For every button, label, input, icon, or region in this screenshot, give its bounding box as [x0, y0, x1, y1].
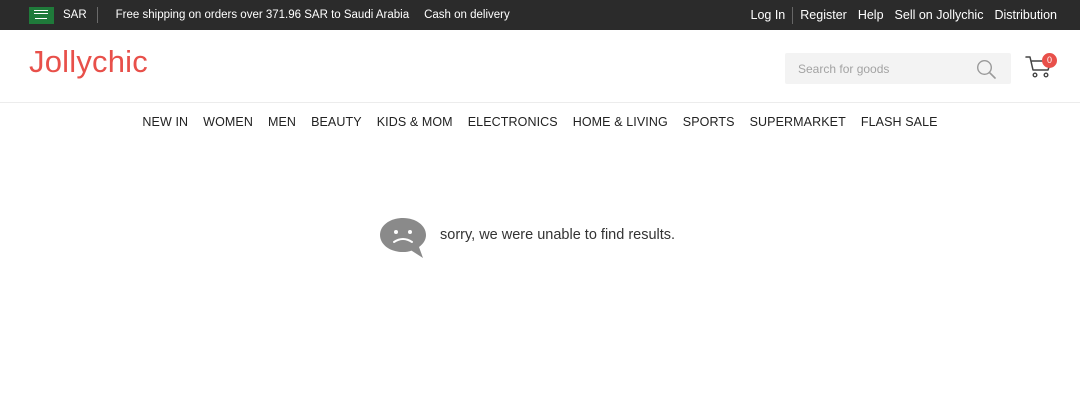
- login-link[interactable]: Log In: [751, 8, 786, 22]
- search-input[interactable]: [785, 53, 965, 84]
- empty-results: sorry, we were unable to find results.: [378, 216, 675, 260]
- search-box: [785, 53, 1011, 84]
- category-nav: NEW IN WOMEN MEN BEAUTY KIDS & MOM ELECT…: [0, 103, 1080, 139]
- search-icon[interactable]: [976, 59, 996, 79]
- help-link[interactable]: Help: [858, 8, 884, 22]
- top-bar-divider: [96, 7, 98, 23]
- sad-speech-bubble-icon: [380, 218, 426, 258]
- shipping-promo: Free shipping on orders over 371.96 SAR …: [115, 9, 410, 21]
- nav-item-new-in[interactable]: NEW IN: [142, 115, 188, 129]
- nav-item-supermarket[interactable]: SUPERMARKET: [750, 115, 846, 129]
- cash-on-delivery: Cash on delivery: [424, 9, 510, 21]
- nav-item-flash-sale[interactable]: FLASH SALE: [861, 115, 938, 129]
- nav-item-sports[interactable]: SPORTS: [683, 115, 735, 129]
- saudi-flag-icon[interactable]: [29, 6, 54, 24]
- distribution-link[interactable]: Distribution: [994, 8, 1057, 22]
- register-link[interactable]: Register: [800, 8, 847, 22]
- nav-item-men[interactable]: MEN: [268, 115, 296, 129]
- nav-item-women[interactable]: WOMEN: [203, 115, 253, 129]
- sell-link[interactable]: Sell on Jollychic: [895, 8, 984, 22]
- currency-selector[interactable]: SAR: [63, 9, 87, 21]
- nav-item-beauty[interactable]: BEAUTY: [311, 115, 362, 129]
- top-links-divider: [792, 6, 794, 24]
- nav-item-electronics[interactable]: ELECTRONICS: [468, 115, 558, 129]
- nav-item-home-living[interactable]: HOME & LIVING: [573, 115, 668, 129]
- empty-results-message: sorry, we were unable to find results.: [440, 227, 676, 243]
- logo[interactable]: Jollychic: [29, 44, 148, 80]
- nav-item-kids-mom[interactable]: KIDS & MOM: [377, 115, 453, 129]
- top-bar-right: Log In Register Help Sell on Jollychic D…: [751, 6, 1057, 24]
- header: Jollychic: [0, 30, 1080, 103]
- top-bar-left: SAR Free shipping on orders over 371.96 …: [29, 6, 510, 24]
- cart-count-badge: 0: [1042, 53, 1057, 68]
- top-bar: SAR Free shipping on orders over 371.96 …: [0, 0, 1080, 30]
